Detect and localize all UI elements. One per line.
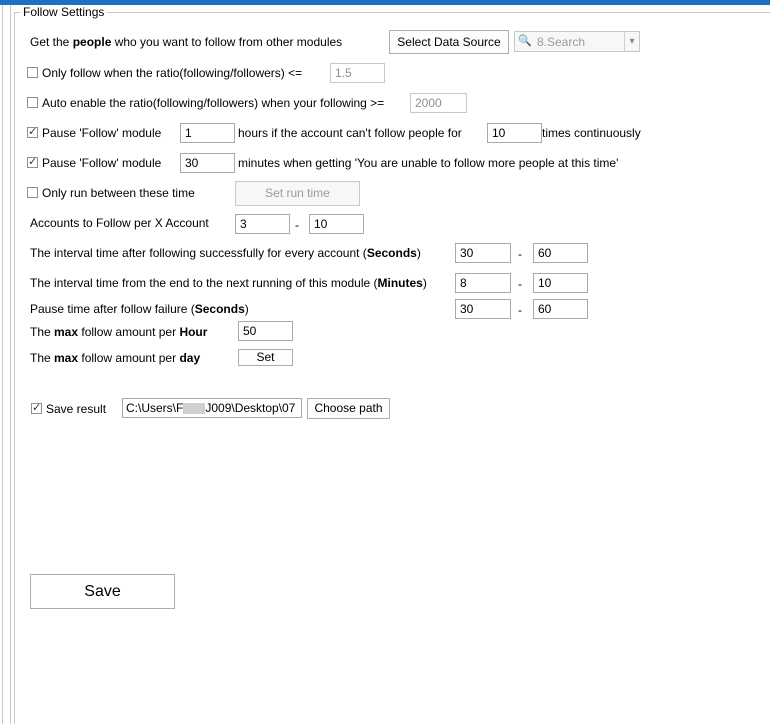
left-border-line bbox=[2, 5, 3, 724]
range-separator: - bbox=[518, 303, 522, 317]
range-separator: - bbox=[518, 277, 522, 291]
run-time-checkbox[interactable] bbox=[27, 187, 38, 198]
accounts-min-input[interactable]: 3 bbox=[235, 214, 290, 234]
interval-next-min-input[interactable]: 8 bbox=[455, 273, 511, 293]
interval-next-max-input[interactable]: 10 bbox=[533, 273, 588, 293]
pause-fail-checkbox[interactable]: ✓ bbox=[27, 126, 38, 138]
dropdown-selected-value: 8.Search bbox=[537, 35, 586, 49]
pause-limit-checkbox[interactable]: ✓ bbox=[27, 156, 38, 168]
data-source-dropdown[interactable]: 🔍 8.Search ▾ bbox=[514, 31, 640, 52]
save-path-input[interactable]: C:\Users\F J009\Desktop\07 bbox=[122, 398, 302, 418]
follow-settings-group bbox=[14, 12, 770, 724]
max-day-set-button[interactable]: Set bbox=[238, 349, 293, 366]
interval-success-max-input[interactable]: 60 bbox=[533, 243, 588, 263]
pause-failure-min-input[interactable]: 30 bbox=[455, 299, 511, 319]
choose-path-button[interactable]: Choose path bbox=[307, 398, 390, 419]
accounts-per-x-label: Accounts to Follow per X Account bbox=[30, 216, 209, 230]
check-icon: ✓ bbox=[28, 156, 38, 168]
ratio-auto-label: Auto enable the ratio(following/follower… bbox=[42, 96, 385, 110]
interval-next-label: The interval time from the end to the ne… bbox=[30, 276, 427, 290]
interval-success-label: The interval time after following succes… bbox=[30, 246, 421, 260]
set-run-time-button[interactable]: Set run time bbox=[235, 181, 360, 206]
pause-failure-label: Pause time after follow failure (Seconds… bbox=[30, 302, 249, 316]
range-separator: - bbox=[295, 218, 299, 232]
ratio-auto-checkbox[interactable] bbox=[27, 97, 38, 108]
max-day-label: The max follow amount per day bbox=[30, 351, 201, 365]
save-button[interactable]: Save bbox=[30, 574, 175, 609]
pause-limit-post-label: minutes when getting 'You are unable to … bbox=[238, 156, 619, 170]
ratio-max-input[interactable]: 1.5 bbox=[330, 63, 385, 83]
chevron-down-icon[interactable]: ▾ bbox=[624, 32, 639, 51]
save-result-checkbox[interactable]: ✓ bbox=[31, 402, 42, 414]
pause-minutes-input[interactable]: 30 bbox=[180, 153, 235, 173]
check-icon: ✓ bbox=[28, 126, 38, 138]
max-hour-input[interactable]: 50 bbox=[238, 321, 293, 341]
search-icon: 🔍 bbox=[518, 35, 532, 47]
max-hour-label: The max follow amount per Hour bbox=[30, 325, 208, 339]
ratio-max-checkbox[interactable] bbox=[27, 67, 38, 78]
check-icon: ✓ bbox=[32, 402, 42, 414]
pause-times-input[interactable]: 10 bbox=[487, 123, 542, 143]
range-separator: - bbox=[518, 247, 522, 261]
left-panel-divider bbox=[10, 5, 11, 724]
pause-fail-label: Pause 'Follow' module bbox=[42, 126, 162, 140]
pause-fail-mid-label: hours if the account can't follow people… bbox=[238, 126, 462, 140]
ratio-max-label: Only follow when the ratio(following/fol… bbox=[42, 66, 303, 80]
ratio-auto-input[interactable]: 2000 bbox=[410, 93, 467, 113]
interval-success-min-input[interactable]: 30 bbox=[455, 243, 511, 263]
select-data-source-button[interactable]: Select Data Source bbox=[389, 30, 509, 54]
run-time-label: Only run between these time bbox=[42, 186, 195, 200]
window-top-accent-bar bbox=[0, 0, 770, 5]
pause-fail-post-label: times continuously bbox=[542, 126, 641, 140]
pause-limit-label: Pause 'Follow' module bbox=[42, 156, 162, 170]
save-result-label: Save result bbox=[46, 402, 107, 416]
group-title: Follow Settings bbox=[20, 5, 108, 19]
data-source-label: Get the people who you want to follow fr… bbox=[30, 35, 343, 49]
pause-failure-max-input[interactable]: 60 bbox=[533, 299, 588, 319]
redacted-username bbox=[183, 403, 206, 415]
pause-hours-input[interactable]: 1 bbox=[180, 123, 235, 143]
accounts-max-input[interactable]: 10 bbox=[309, 214, 364, 234]
